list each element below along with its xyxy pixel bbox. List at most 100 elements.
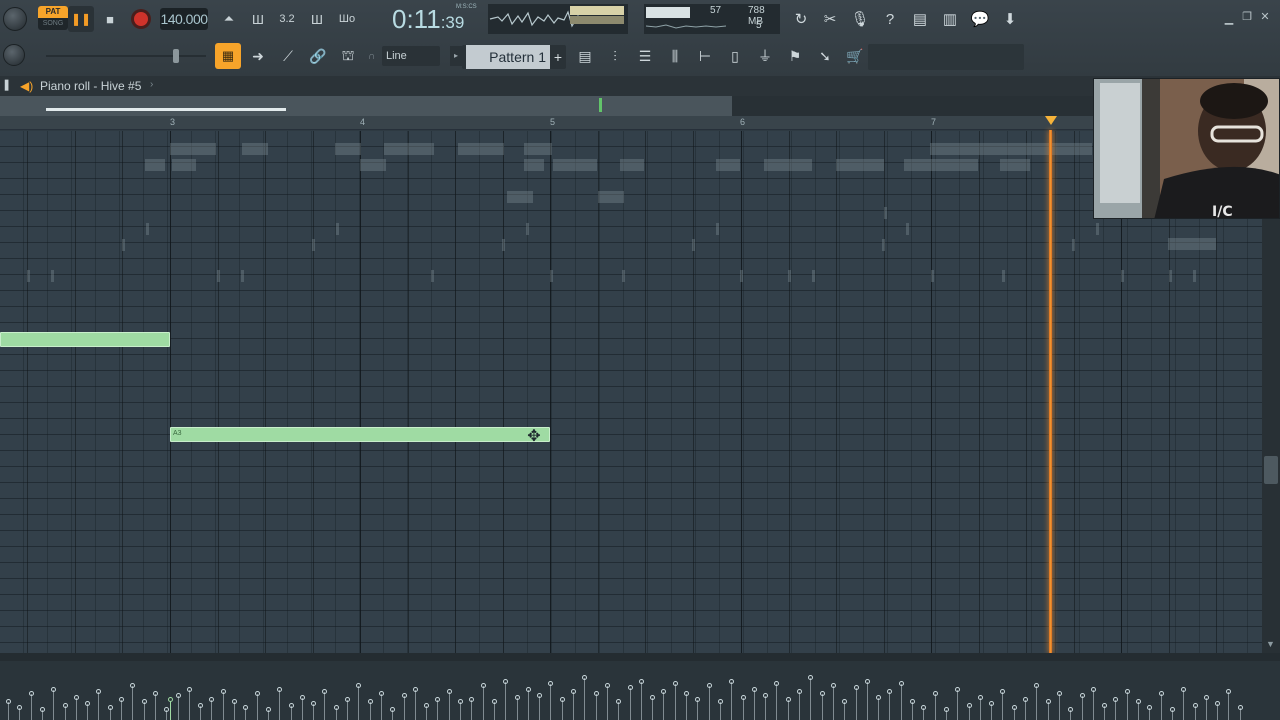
velocity-cap[interactable] [831, 683, 836, 688]
velocity-cap[interactable] [774, 681, 779, 686]
velocity-cap[interactable] [469, 697, 474, 702]
velocity-cap[interactable] [300, 695, 305, 700]
velocity-cap[interactable] [481, 683, 486, 688]
velocity-cap[interactable] [616, 699, 621, 704]
velocity-cap[interactable] [334, 705, 339, 710]
velocity-cap[interactable] [198, 703, 203, 708]
velocity-cap[interactable] [582, 675, 587, 680]
blend-notes-button[interactable]: Шо [334, 6, 360, 32]
velocity-cap[interactable] [1226, 689, 1231, 694]
note-a3[interactable]: A3 [170, 427, 550, 442]
add-pattern-icon[interactable]: + [554, 45, 562, 69]
velocity-cap[interactable] [661, 689, 666, 694]
velocity-cap[interactable] [379, 691, 384, 696]
velocity-cap[interactable] [1181, 687, 1186, 692]
velocity-cap[interactable] [1034, 683, 1039, 688]
velocity-cap[interactable] [955, 687, 960, 692]
velocity-cap[interactable] [605, 683, 610, 688]
time-ruler[interactable]: 3 4 5 6 7 [0, 116, 1280, 130]
velocity-cap[interactable] [1000, 689, 1005, 694]
velocity-cap[interactable] [1170, 707, 1175, 712]
velocity-cap[interactable] [944, 707, 949, 712]
velocity-cap[interactable] [967, 703, 972, 708]
velocity-cap[interactable] [356, 683, 361, 688]
velocity-cap[interactable] [289, 703, 294, 708]
restore-button[interactable]: ❐ [1238, 10, 1256, 23]
velocity-cap[interactable] [232, 699, 237, 704]
velocity-cap[interactable] [74, 695, 79, 700]
velocity-cap[interactable] [537, 693, 542, 698]
velocity-cap[interactable] [707, 683, 712, 688]
velocity-cap[interactable] [29, 691, 34, 696]
piano-roll-button[interactable]: ⫶ [602, 43, 628, 69]
velocity-cap[interactable] [1012, 705, 1017, 710]
step-edit-button[interactable]: Ш [304, 6, 330, 32]
velocity-cap[interactable] [6, 699, 11, 704]
velocity-cap[interactable] [797, 689, 802, 694]
velocity-cap[interactable] [899, 681, 904, 686]
note-grid[interactable]: A3 [0, 131, 1262, 653]
playlist-button[interactable]: ▤ [572, 43, 598, 69]
velocity-cap[interactable] [402, 693, 407, 698]
playhead-marker[interactable] [1045, 116, 1057, 125]
velocity-cap[interactable] [209, 697, 214, 702]
velocity-cap[interactable] [1068, 707, 1073, 712]
pause-small-icon[interactable]: ❚ [2, 78, 11, 91]
download-button[interactable]: ⬇ [996, 5, 1024, 33]
master-volume-knob[interactable] [3, 7, 27, 31]
velocity-cap[interactable] [548, 681, 553, 686]
velocity-cap[interactable] [1159, 691, 1164, 696]
save-button[interactable]: ▤ [906, 5, 934, 33]
velocity-cap[interactable] [96, 689, 101, 694]
velocity-cap[interactable] [17, 705, 22, 710]
velocity-cap[interactable] [571, 689, 576, 694]
project-button[interactable]: ▯ [722, 43, 748, 69]
velocity-cap[interactable] [119, 697, 124, 702]
velocity-cap[interactable] [221, 689, 226, 694]
mixer-button[interactable]: ⫼ [662, 43, 688, 69]
velocity-cap[interactable] [1046, 699, 1051, 704]
lane-divider[interactable] [0, 653, 1280, 661]
arrow-button[interactable]: ➜ [245, 43, 271, 69]
velocity-cap[interactable] [277, 687, 282, 692]
link-button[interactable]: 🔗 [305, 43, 331, 69]
plugin-button[interactable]: ⏚ [752, 43, 778, 69]
velocity-cap[interactable] [786, 697, 791, 702]
velocity-cap[interactable] [1091, 687, 1096, 692]
velocity-cap[interactable] [1125, 689, 1130, 694]
channel-rack-button[interactable]: ☰ [632, 43, 658, 69]
velocity-cap[interactable] [684, 691, 689, 696]
velocity-cap[interactable] [255, 691, 260, 696]
title-arrow-icon[interactable]: › [150, 79, 153, 90]
velocity-cap[interactable] [311, 701, 316, 706]
velocity-cap[interactable] [876, 695, 881, 700]
velocity-cap[interactable] [503, 679, 508, 684]
snap-select[interactable]: Line [382, 46, 440, 66]
velocity-cap[interactable] [1113, 697, 1118, 702]
minimize-button[interactable]: ▁ [1220, 12, 1238, 25]
velocity-cap[interactable] [718, 699, 723, 704]
velocity-cap[interactable] [1102, 703, 1107, 708]
velocity-cap[interactable] [865, 679, 870, 684]
velocity-cap[interactable] [187, 687, 192, 692]
velocity-cap[interactable] [492, 699, 497, 704]
velocity-cap[interactable] [1193, 703, 1198, 708]
playhead[interactable] [1049, 130, 1052, 654]
stop-button[interactable]: ■ [97, 6, 123, 32]
velocity-cap[interactable] [51, 687, 56, 692]
velocity-cap[interactable] [345, 697, 350, 702]
velocity-cap[interactable] [243, 705, 248, 710]
velocity-cap[interactable] [526, 687, 531, 692]
velocity-cap[interactable] [752, 687, 757, 692]
pitch-slider-handle[interactable] [173, 49, 179, 63]
pattern-prev-button[interactable]: ▸ [450, 46, 462, 66]
velocity-cap[interactable] [142, 699, 147, 704]
record-button[interactable] [128, 6, 154, 32]
horizontal-scrollbar[interactable] [0, 96, 1280, 116]
metronome-button[interactable]: ⏶ [216, 6, 242, 32]
velocity-lane[interactable] [0, 661, 1280, 720]
note[interactable] [0, 332, 170, 347]
velocity-cap[interactable] [1023, 697, 1028, 702]
browser-button[interactable]: ⊢ [692, 43, 718, 69]
render-button[interactable]: ▥ [936, 5, 964, 33]
